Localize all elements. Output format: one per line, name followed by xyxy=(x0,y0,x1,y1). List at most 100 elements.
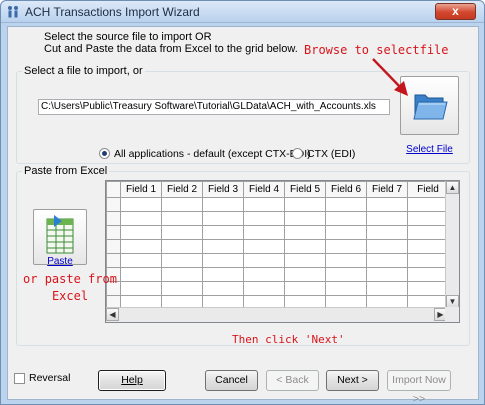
grid-horizontal-scrollbar[interactable]: ◀ ▶ xyxy=(106,307,447,322)
file-path-field[interactable]: C:\Users\Public\Treasury Software\Tutori… xyxy=(38,99,390,115)
grid-cell[interactable] xyxy=(366,267,408,282)
grid-row-header[interactable] xyxy=(106,197,121,212)
help-button-label: Help xyxy=(121,374,143,386)
grid-cell[interactable] xyxy=(325,281,367,296)
grid-cell[interactable] xyxy=(284,253,326,268)
grid-cell[interactable] xyxy=(366,253,408,268)
grid-vertical-scrollbar[interactable]: ▲ ▼ xyxy=(445,181,459,308)
grid-cell[interactable] xyxy=(325,239,367,254)
grid-cell[interactable] xyxy=(202,225,244,240)
grid-cell[interactable] xyxy=(243,197,285,212)
grid-cell[interactable] xyxy=(284,281,326,296)
grid-cell[interactable] xyxy=(120,197,162,212)
paste-grid[interactable]: Field 1 Field 2 Field 3 Field 4 Field 5 … xyxy=(105,180,460,323)
grid-cell[interactable] xyxy=(120,239,162,254)
radio-ctx-edi-label: CTX (EDI) xyxy=(307,148,356,160)
paste-link[interactable]: Paste xyxy=(37,256,83,267)
grid-cell[interactable] xyxy=(325,267,367,282)
grid-row[interactable] xyxy=(106,211,449,226)
grid-cell[interactable] xyxy=(161,267,203,282)
back-button[interactable]: < Back xyxy=(266,370,319,391)
grid-column-header[interactable]: Field 4 xyxy=(243,181,285,198)
grid-cell[interactable] xyxy=(284,225,326,240)
grid-row[interactable] xyxy=(106,239,449,254)
grid-cell[interactable] xyxy=(284,211,326,226)
grid-row[interactable] xyxy=(106,281,449,296)
import-now-button[interactable]: Import Now >> xyxy=(387,370,451,405)
grid-cell[interactable] xyxy=(325,253,367,268)
grid-cell[interactable] xyxy=(407,281,449,296)
grid-cell[interactable] xyxy=(120,253,162,268)
radio-ctx-edi[interactable] xyxy=(292,148,303,159)
grid-cell[interactable] xyxy=(366,211,408,226)
grid-cell[interactable] xyxy=(161,197,203,212)
format-option-all[interactable]: All applications - default (except CTX-E… xyxy=(99,148,311,160)
grid-cell[interactable] xyxy=(161,239,203,254)
paste-annotation-line-1: or paste from xyxy=(23,272,117,286)
grid-cell[interactable] xyxy=(407,197,449,212)
grid-cell[interactable] xyxy=(325,225,367,240)
grid-cell[interactable] xyxy=(243,225,285,240)
grid-row-header[interactable] xyxy=(106,211,121,226)
grid-cell[interactable] xyxy=(366,281,408,296)
grid-cell[interactable] xyxy=(243,267,285,282)
close-button[interactable]: x xyxy=(435,3,476,20)
grid-cell[interactable] xyxy=(243,253,285,268)
format-option-ctx[interactable]: CTX (EDI) xyxy=(292,148,355,160)
grid-row[interactable] xyxy=(106,197,449,212)
grid-cell[interactable] xyxy=(202,197,244,212)
next-button-label: Next > xyxy=(337,374,368,386)
next-button[interactable]: Next > xyxy=(326,370,379,391)
grid-cell[interactable] xyxy=(366,239,408,254)
grid-cell[interactable] xyxy=(120,211,162,226)
grid-cell[interactable] xyxy=(202,281,244,296)
grid-cell[interactable] xyxy=(161,225,203,240)
grid-cell[interactable] xyxy=(407,239,449,254)
grid-cell[interactable] xyxy=(284,197,326,212)
grid-row-header[interactable] xyxy=(106,225,121,240)
scroll-left-icon[interactable]: ◀ xyxy=(106,308,119,321)
grid-cell[interactable] xyxy=(161,253,203,268)
grid-cell[interactable] xyxy=(120,225,162,240)
grid-column-header[interactable]: Field 2 xyxy=(161,181,203,198)
grid-column-header[interactable]: Field 3 xyxy=(202,181,244,198)
grid-cell[interactable] xyxy=(120,281,162,296)
grid-cell[interactable] xyxy=(325,197,367,212)
grid-cell[interactable] xyxy=(407,267,449,282)
grid-cell[interactable] xyxy=(366,225,408,240)
grid-cell[interactable] xyxy=(202,211,244,226)
grid-row[interactable] xyxy=(106,253,449,268)
grid-column-header[interactable]: Field 1 xyxy=(120,181,162,198)
grid-column-header[interactable]: Field 7 xyxy=(366,181,408,198)
grid-cell[interactable] xyxy=(284,267,326,282)
grid-cell[interactable] xyxy=(407,225,449,240)
grid-cell[interactable] xyxy=(120,267,162,282)
grid-cell[interactable] xyxy=(284,239,326,254)
grid-cell[interactable] xyxy=(243,239,285,254)
help-button[interactable]: Help xyxy=(98,370,166,391)
grid-cell[interactable] xyxy=(161,281,203,296)
grid-cell[interactable] xyxy=(243,281,285,296)
cancel-button[interactable]: Cancel xyxy=(205,370,258,391)
grid-column-header[interactable]: Field xyxy=(407,181,449,198)
grid-cell[interactable] xyxy=(202,267,244,282)
grid-row-header[interactable] xyxy=(106,239,121,254)
select-file-link[interactable]: Select File xyxy=(402,144,457,155)
grid-column-header[interactable]: Field 6 xyxy=(325,181,367,198)
grid-column-header[interactable]: Field 5 xyxy=(284,181,326,198)
grid-cell[interactable] xyxy=(202,239,244,254)
grid-row[interactable] xyxy=(106,267,449,282)
grid-cell[interactable] xyxy=(243,211,285,226)
grid-row[interactable] xyxy=(106,225,449,240)
grid-cell[interactable] xyxy=(202,253,244,268)
grid-row-header[interactable] xyxy=(106,253,121,268)
title-bar[interactable]: ACH Transactions Import Wizard x xyxy=(1,1,484,23)
radio-all-applications[interactable] xyxy=(99,148,110,159)
grid-cell[interactable] xyxy=(161,211,203,226)
grid-cell[interactable] xyxy=(325,211,367,226)
grid-cell[interactable] xyxy=(407,211,449,226)
grid-cell[interactable] xyxy=(366,197,408,212)
grid-cell[interactable] xyxy=(407,253,449,268)
reversal-checkbox[interactable] xyxy=(14,373,25,384)
scroll-up-icon[interactable]: ▲ xyxy=(446,181,459,194)
